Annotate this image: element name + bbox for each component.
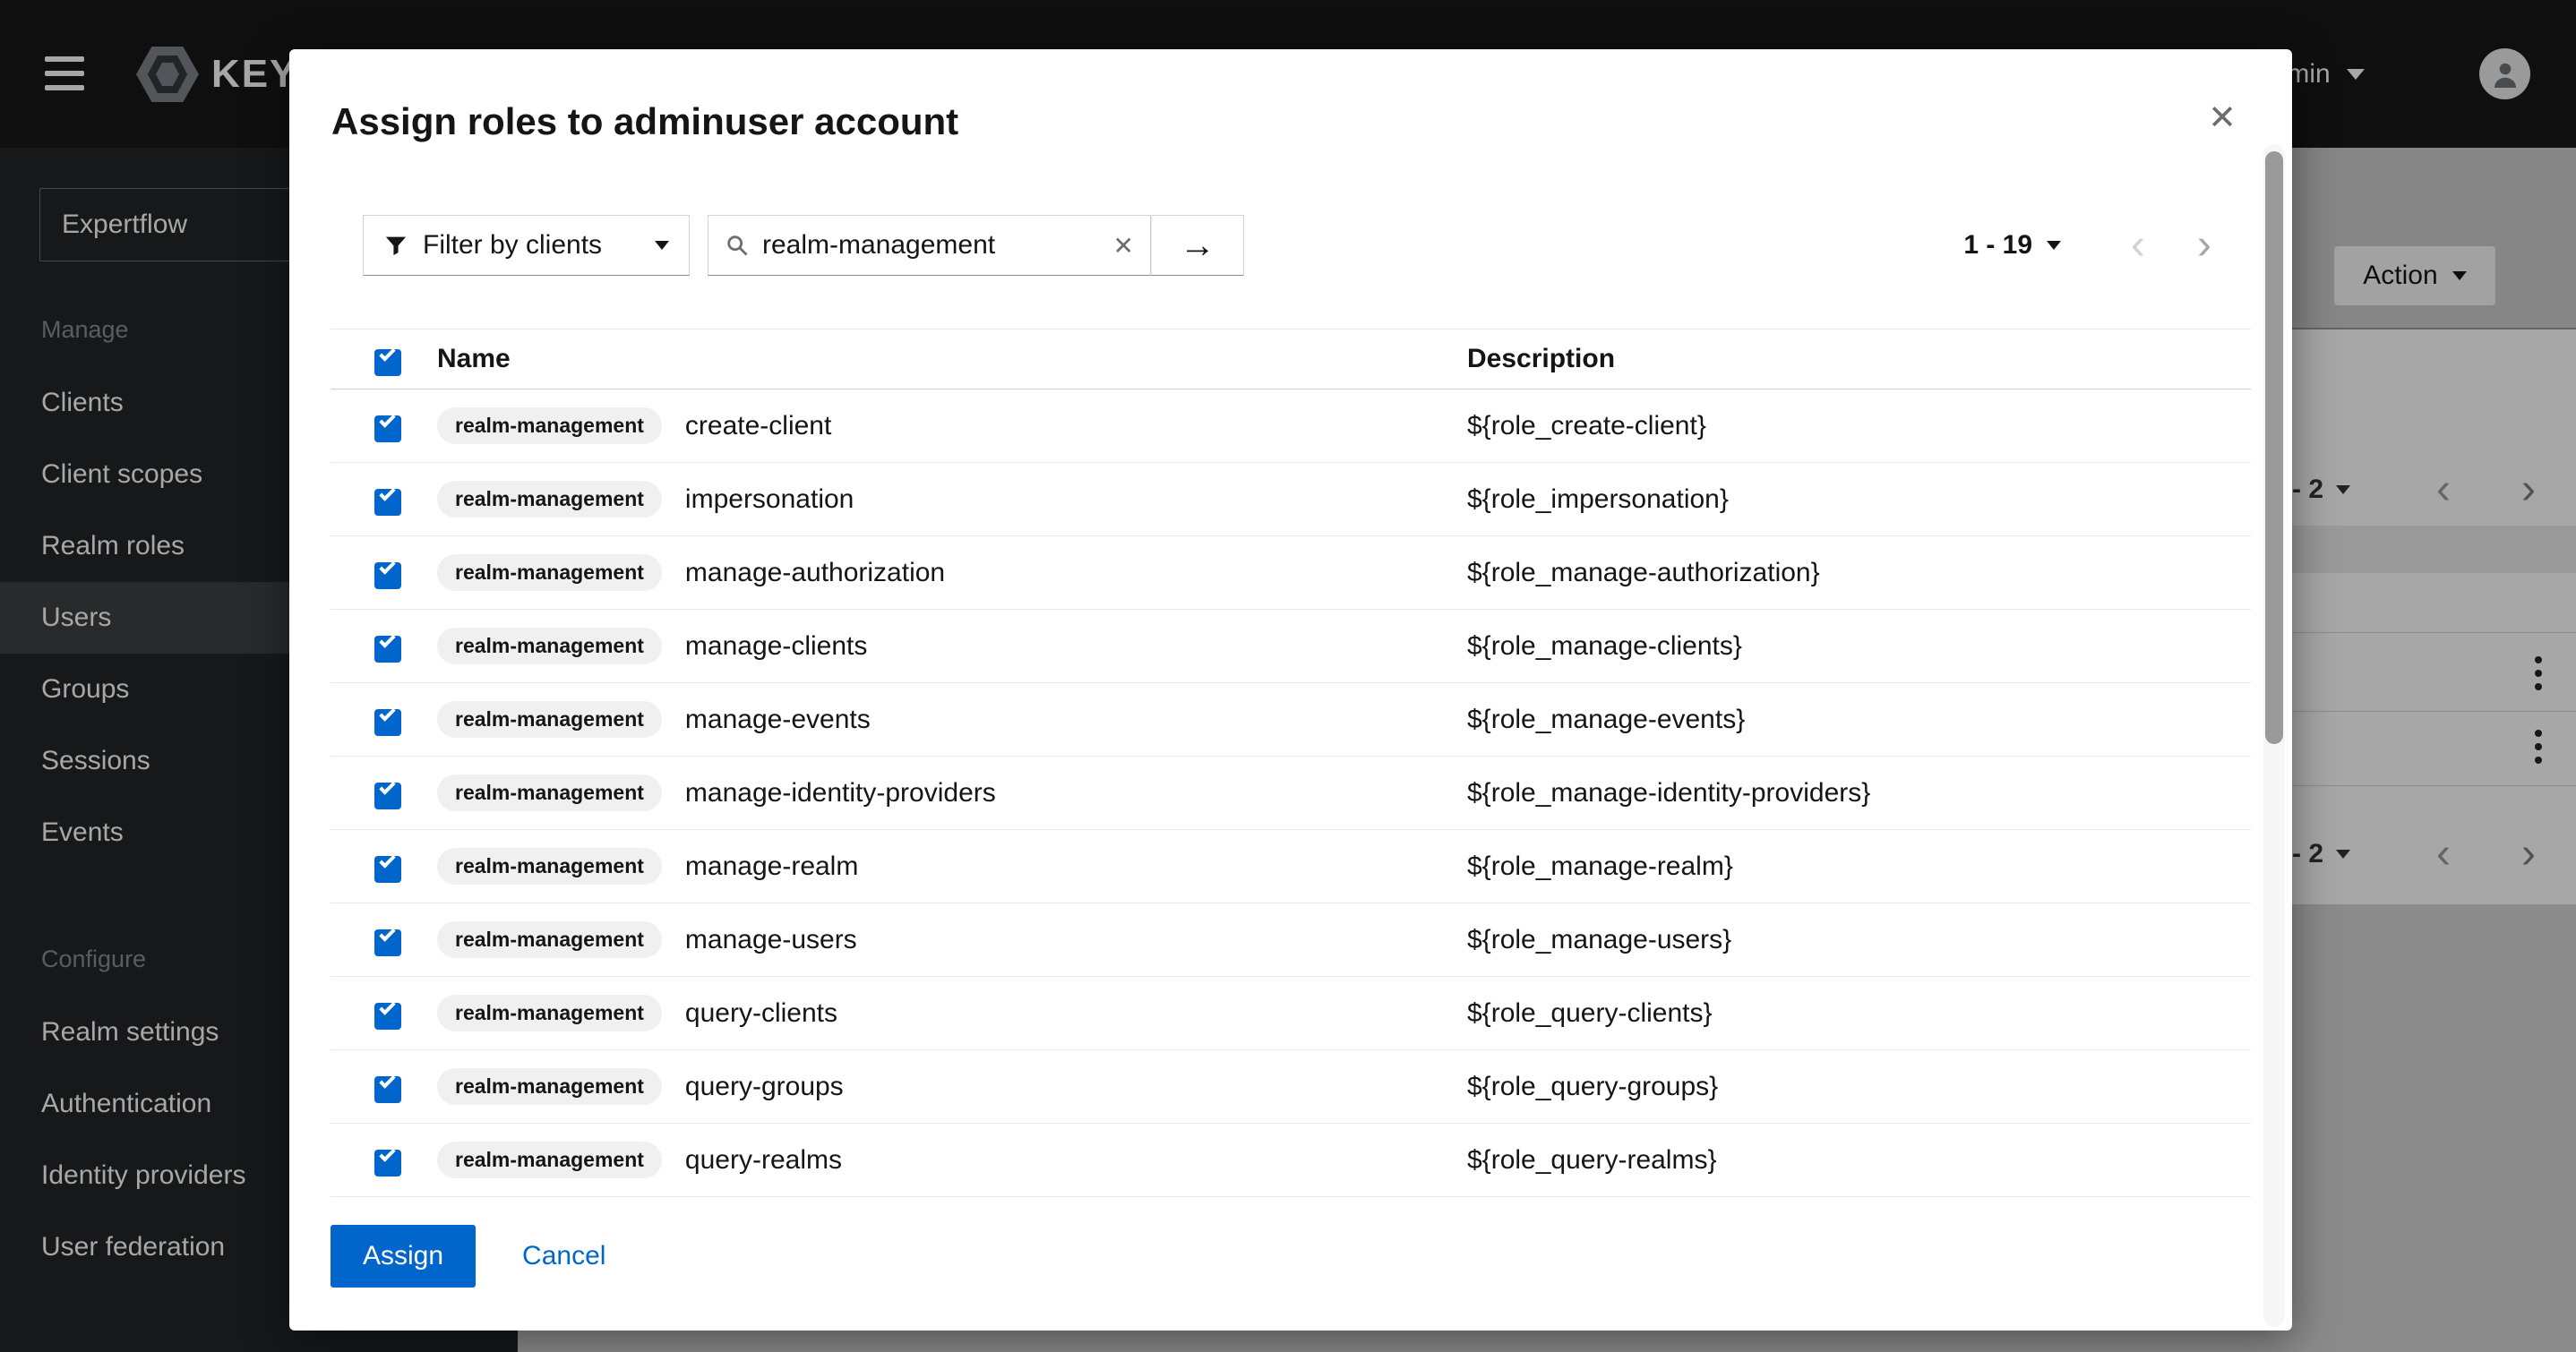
cancel-button[interactable]: Cancel (522, 1241, 605, 1271)
row-checkbox[interactable] (374, 1150, 401, 1177)
checkmark-icon (379, 705, 395, 721)
table-row: realm-management query-groups ${role_que… (331, 1050, 2251, 1124)
role-badge: realm-management (437, 774, 662, 811)
filter-label: Filter by clients (423, 230, 602, 261)
row-checkbox[interactable] (374, 562, 401, 589)
role-description: ${role_query-groups} (1467, 1072, 2251, 1102)
role-name: manage-clients (685, 631, 867, 662)
caret-down-icon (655, 241, 669, 250)
row-checkbox[interactable] (374, 636, 401, 663)
role-description: ${role_create-client} (1467, 411, 2251, 441)
table-row: realm-management manage-authorization ${… (331, 536, 2251, 610)
table-row: realm-management impersonation ${role_im… (331, 463, 2251, 536)
table-row: realm-management manage-identity-provide… (331, 757, 2251, 830)
row-checkbox[interactable] (374, 929, 401, 956)
filter-by-clients-dropdown[interactable]: Filter by clients (363, 215, 690, 276)
modal-footer: Assign Cancel (331, 1225, 2292, 1288)
role-name: manage-users (685, 925, 857, 955)
column-header-name: Name (437, 344, 1467, 374)
caret-down-icon (2047, 241, 2061, 250)
role-name: manage-authorization (685, 558, 945, 588)
checkmark-icon (379, 345, 395, 361)
checkmark-icon (379, 998, 395, 1014)
roles-table-body: realm-management create-client ${role_cr… (331, 389, 2251, 1197)
role-name: create-client (685, 411, 831, 441)
role-badge: realm-management (437, 1068, 662, 1105)
search-group: ✕ → (708, 215, 1244, 276)
modal-header: Assign roles to adminuser account ✕ (289, 49, 2292, 144)
role-name: manage-realm (685, 851, 858, 882)
role-description: ${role_manage-realm} (1467, 851, 2251, 882)
modal-toolbar: Filter by clients ✕ → 1 - 19 ‹ › (289, 215, 2292, 276)
table-row: realm-management manage-clients ${role_m… (331, 610, 2251, 683)
filter-icon (383, 233, 408, 258)
role-name: manage-events (685, 705, 871, 735)
role-badge: realm-management (437, 995, 662, 1031)
row-checkbox[interactable] (374, 489, 401, 516)
role-badge: realm-management (437, 554, 662, 591)
table-row: realm-management manage-events ${role_ma… (331, 683, 2251, 757)
modal-scrollbar[interactable] (2263, 144, 2285, 1327)
table-row: realm-management query-realms ${role_que… (331, 1124, 2251, 1197)
role-badge: realm-management (437, 701, 662, 738)
select-all-checkbox[interactable] (374, 349, 401, 376)
checkmark-icon (379, 1145, 395, 1161)
checkmark-icon (379, 925, 395, 941)
column-header-description: Description (1467, 344, 2251, 374)
search-input[interactable] (762, 230, 1101, 261)
role-badge: realm-management (437, 481, 662, 518)
role-description: ${role_manage-authorization} (1467, 558, 2251, 588)
role-badge: realm-management (437, 628, 662, 664)
checkmark-icon (379, 778, 395, 794)
role-name: query-clients (685, 998, 837, 1029)
chevron-right-icon[interactable]: › (2197, 224, 2211, 267)
role-badge: realm-management (437, 848, 662, 885)
role-description: ${role_query-clients} (1467, 998, 2251, 1029)
role-description: ${role_manage-events} (1467, 705, 2251, 735)
role-description: ${role_manage-clients} (1467, 631, 2251, 662)
search-icon (725, 233, 750, 258)
assign-roles-modal: Assign roles to adminuser account ✕ Filt… (289, 49, 2292, 1331)
role-badge: realm-management (437, 921, 662, 958)
table-row: realm-management query-clients ${role_qu… (331, 977, 2251, 1050)
chevron-left-icon[interactable]: ‹ (2131, 224, 2145, 267)
role-description: ${role_manage-identity-providers} (1467, 778, 2251, 809)
role-badge: realm-management (437, 407, 662, 444)
role-description: ${role_manage-users} (1467, 925, 2251, 955)
checkmark-icon (379, 484, 395, 501)
role-name: manage-identity-providers (685, 778, 996, 809)
pagination: 1 - 19 ‹ › (1963, 224, 2211, 267)
row-checkbox[interactable] (374, 709, 401, 736)
role-description: ${role_impersonation} (1467, 484, 2251, 515)
table-header-row: Name Description (331, 329, 2251, 389)
modal-title: Assign roles to adminuser account (331, 99, 2238, 144)
row-checkbox[interactable] (374, 1003, 401, 1030)
row-checkbox[interactable] (374, 783, 401, 809)
close-icon[interactable]: ✕ (2208, 101, 2237, 135)
role-name: query-realms (685, 1145, 842, 1176)
search-input-box: ✕ (708, 215, 1151, 276)
row-checkbox[interactable] (374, 415, 401, 442)
row-checkbox[interactable] (374, 1076, 401, 1103)
scrollbar-thumb[interactable] (2265, 151, 2283, 744)
table-row: realm-management manage-realm ${role_man… (331, 830, 2251, 903)
checkmark-icon (379, 558, 395, 574)
roles-table: Name Description realm-management create… (331, 329, 2251, 1197)
checkmark-icon (379, 631, 395, 647)
role-name: impersonation (685, 484, 854, 515)
clear-search-icon[interactable]: ✕ (1113, 231, 1134, 261)
checkmark-icon (379, 1072, 395, 1088)
search-submit-button[interactable]: → (1151, 215, 1244, 276)
checkmark-icon (379, 411, 395, 427)
assign-button[interactable]: Assign (331, 1225, 476, 1288)
role-badge: realm-management (437, 1142, 662, 1178)
role-description: ${role_query-realms} (1467, 1145, 2251, 1176)
table-row: realm-management manage-users ${role_man… (331, 903, 2251, 977)
table-row: realm-management create-client ${role_cr… (331, 389, 2251, 463)
checkmark-icon (379, 851, 395, 868)
pagination-range[interactable]: 1 - 19 (1963, 230, 2032, 261)
role-name: query-groups (685, 1072, 844, 1102)
row-checkbox[interactable] (374, 856, 401, 883)
